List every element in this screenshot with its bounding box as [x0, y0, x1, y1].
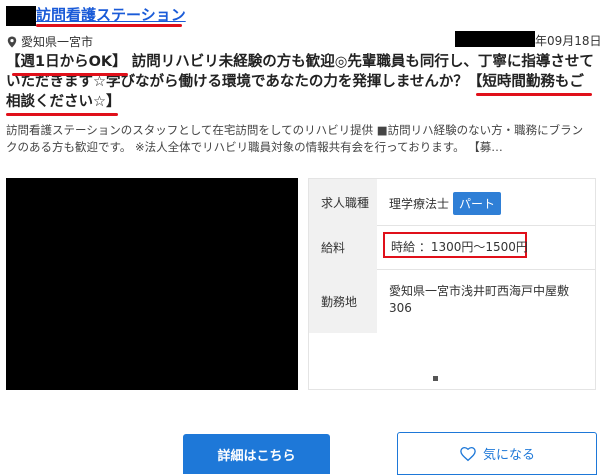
headline-highlight-1: 週1日からOK	[20, 54, 113, 70]
info-row-salary: 給料 時給 ：1300円～1500円	[309, 225, 595, 270]
salary-value: 時給 ：1300円～1500円	[391, 240, 528, 254]
red-underline-mark	[36, 24, 182, 27]
carousel-dot[interactable]	[433, 376, 438, 381]
job-headline: 【週1日からOK】 訪問リハビリ未経験の方も歓迎◎先輩職員も同行し、丁寧に指導さ…	[6, 52, 594, 112]
favorite-label: 気になる	[482, 447, 535, 462]
job-photo	[6, 178, 298, 390]
post-date: 年09月18日	[535, 34, 600, 48]
job-type-value: 理学療法士	[389, 197, 450, 211]
red-underline-mark	[12, 73, 128, 76]
info-row-job-type: 求人職種 理学療法士 パート	[309, 179, 595, 226]
job-description: 訪問看護ステーションのスタッフとして在宅訪問をしてのリハビリ提供 ■訪問リハ経験…	[6, 123, 584, 154]
bracket-open: 【	[6, 54, 21, 70]
work-location-value: 愛知県一宮市浅井町西海戸中屋敷306	[389, 284, 570, 315]
bracket-close: 】	[112, 54, 127, 70]
info-label: 勤務地	[309, 269, 377, 333]
details-button[interactable]: 詳細はこちら	[183, 434, 330, 474]
info-label: 求人職種	[309, 179, 377, 225]
company-name-link[interactable]: 訪問看護ステーション	[36, 4, 186, 25]
red-underline-mark	[476, 93, 592, 96]
job-info-table: 求人職種 理学療法士 パート 給料 時給 ：1300円～1500円 勤務地 愛知…	[308, 178, 596, 390]
redacted-block	[455, 31, 535, 47]
location-row: 愛知県一宮市	[6, 33, 93, 50]
employment-type-badge: パート	[453, 192, 502, 215]
red-underline-mark	[6, 113, 118, 116]
info-row-location: 勤務地 愛知県一宮市浅井町西海戸中屋敷306	[309, 269, 595, 333]
heart-icon	[460, 446, 476, 461]
map-pin-icon	[7, 36, 17, 47]
info-label: 給料	[309, 225, 377, 269]
location-text: 愛知県一宮市	[21, 35, 94, 49]
favorite-button[interactable]: 気になる	[397, 432, 597, 475]
redacted-block	[6, 6, 36, 26]
